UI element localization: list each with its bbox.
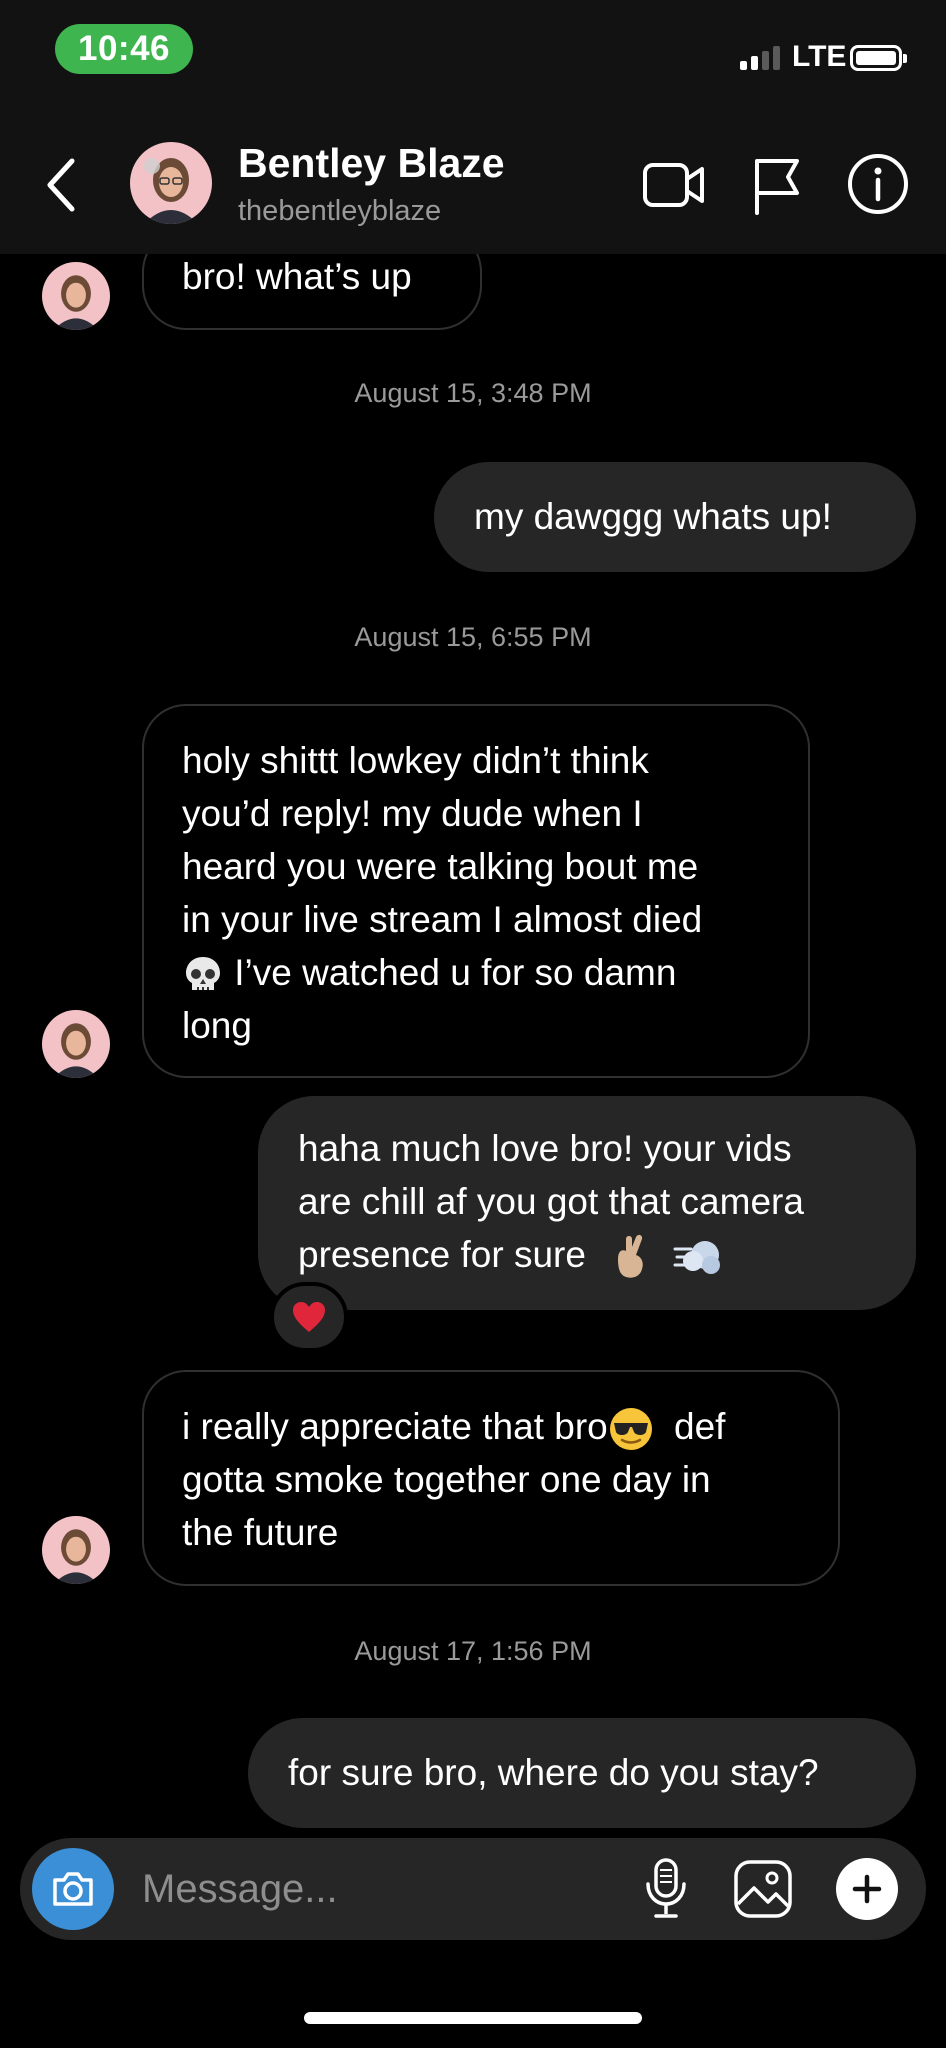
sunglasses-emoji xyxy=(609,1408,652,1451)
battery-icon xyxy=(850,45,907,71)
top-bar: 10:46 LTE Bentley Blaze thebentleyblaze xyxy=(0,0,946,254)
outgoing-message[interactable]: for sure bro, where do you stay? xyxy=(248,1718,916,1828)
message-line: in your live stream I almost died xyxy=(182,899,703,940)
message-line: def xyxy=(674,1406,726,1447)
network-label: LTE xyxy=(792,40,847,73)
crossed-fingers-emoji xyxy=(618,1235,643,1278)
message-line: the future xyxy=(182,1512,339,1553)
gallery-icon[interactable] xyxy=(732,1858,794,1920)
message-line: i really appreciate that bro xyxy=(182,1406,608,1447)
incoming-message[interactable]: holy shittt lowkey didn’t think you’d re… xyxy=(142,704,810,1078)
message-text: bro! what’s up xyxy=(182,256,412,297)
contact-avatar[interactable] xyxy=(130,142,212,224)
message-line: heard you were talking bout me xyxy=(182,846,699,887)
sender-avatar[interactable] xyxy=(42,1010,110,1078)
message-line: gotta smoke together one day in xyxy=(182,1459,711,1500)
timestamp: August 15, 6:55 PM xyxy=(354,622,592,652)
message-line: long xyxy=(182,1005,252,1046)
message-line: are chill af you got that camera xyxy=(298,1181,804,1222)
video-camera-icon[interactable] xyxy=(642,155,706,215)
chevron-left-icon[interactable] xyxy=(40,155,86,215)
message-line: I’ve watched u for so damn xyxy=(234,952,677,993)
outgoing-message[interactable]: haha much love bro! your vids are chill … xyxy=(258,1096,916,1310)
home-indicator[interactable] xyxy=(304,2012,642,2024)
outgoing-message[interactable]: my dawggg whats up! xyxy=(434,462,916,572)
microphone-icon[interactable] xyxy=(644,1856,688,1922)
message-text: for sure bro, where do you stay? xyxy=(288,1752,819,1793)
add-button[interactable] xyxy=(836,1858,898,1920)
flag-icon[interactable] xyxy=(752,155,802,215)
sender-avatar[interactable] xyxy=(42,1516,110,1584)
signal-icon xyxy=(740,46,780,70)
message-line: presence for sure xyxy=(298,1234,586,1275)
contact-handle: thebentleyblaze xyxy=(238,195,442,227)
message-composer xyxy=(20,1838,926,1940)
timestamp: August 17, 1:56 PM xyxy=(354,1636,592,1666)
message-input[interactable] xyxy=(142,1860,622,1918)
plus-icon xyxy=(852,1874,882,1904)
camera-button[interactable] xyxy=(32,1848,114,1930)
sender-avatar[interactable] xyxy=(42,262,110,330)
reaction-badge[interactable] xyxy=(270,1282,348,1352)
timestamp: August 15, 3:48 PM xyxy=(354,378,592,408)
skull-emoji xyxy=(186,957,220,991)
dash-emoji xyxy=(673,1241,720,1275)
contact-name[interactable]: Bentley Blaze xyxy=(238,140,505,187)
info-icon[interactable] xyxy=(846,152,910,216)
camera-icon xyxy=(53,1872,93,1906)
message-text: my dawggg whats up! xyxy=(474,496,832,537)
heart-icon xyxy=(293,1302,325,1332)
message-line: holy shittt lowkey didn’t think xyxy=(182,740,649,781)
message-line: you’d reply! my dude when I xyxy=(182,793,643,834)
incoming-message[interactable]: i really appreciate that bro def gotta s… xyxy=(142,1370,840,1586)
message-line: haha much love bro! your vids xyxy=(298,1128,792,1169)
status-time: 10:46 xyxy=(55,24,193,74)
